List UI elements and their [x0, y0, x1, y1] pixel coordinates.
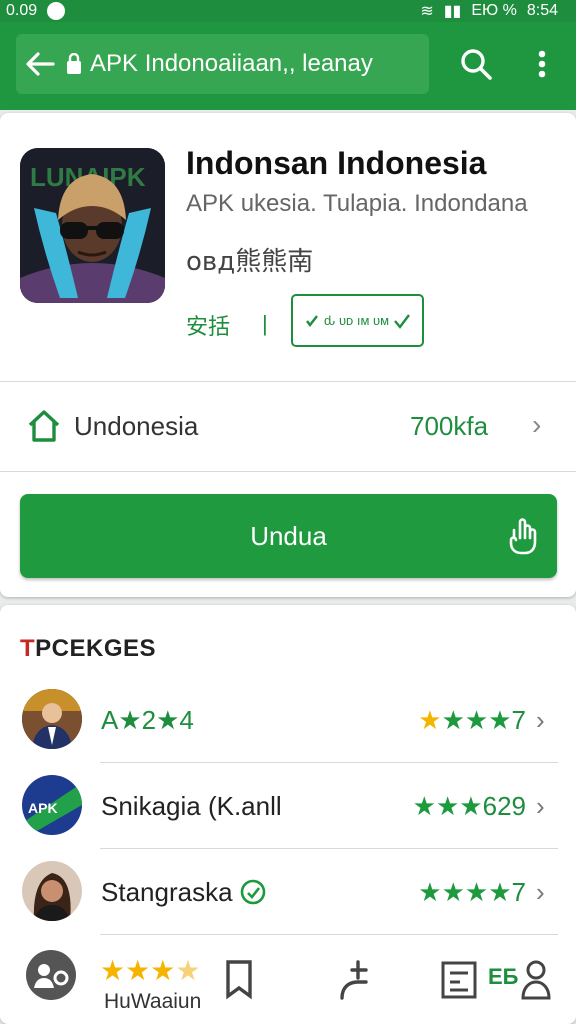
divider: [0, 381, 576, 382]
list-item-label: Stangraska: [101, 877, 266, 908]
share-icon[interactable]: [336, 958, 376, 1002]
profile-icon[interactable]: [26, 950, 76, 1000]
chevron-right-icon: ›: [536, 791, 545, 821]
avatar: [22, 689, 82, 749]
list-item[interactable]: Stangraska ★★★★7 ›: [0, 849, 576, 935]
lock-icon: [64, 51, 84, 77]
avatar: APK: [22, 775, 82, 835]
divider: [0, 471, 576, 472]
more-vert-icon[interactable]: [522, 36, 562, 92]
rating-badge[interactable]: ԃ ᴜᴅ ıᴍ ᴜᴍ: [291, 294, 424, 347]
app-subtitle: APK ukesia. Tulapia. Indondana: [186, 190, 528, 217]
list-item-label: A★2★4: [101, 705, 194, 735]
url-bar[interactable]: APK Indonoaiiaan,, leanay: [16, 34, 429, 94]
home-icon: [26, 409, 62, 443]
section-title: TPCEKGES: [20, 635, 157, 662]
url-text: APK Indonoaiiaan,, leanay: [90, 50, 373, 77]
chevron-right-icon: ›: [532, 409, 542, 440]
nav-badge-text: EБ: [488, 964, 519, 989]
search-icon[interactable]: [452, 36, 500, 92]
app-category: овд熊熊南: [186, 247, 314, 277]
app-icon[interactable]: LUNAIPK: [20, 148, 165, 416]
download-button[interactable]: Undua: [20, 494, 557, 578]
chevron-right-icon: ›: [536, 877, 545, 907]
divider: [100, 934, 558, 935]
nav-label: HuWaaiun: [104, 990, 202, 1013]
checkmark-icon: [394, 313, 411, 329]
list-item[interactable]: APK Snikagia (K.anll ★★★629 ›: [0, 763, 576, 849]
star-icon: ★★★★: [418, 877, 512, 907]
star-icon: ★: [418, 705, 442, 735]
app-detail-card: LUNAIPK Indonsan Indonesia APK ukesia. T…: [0, 113, 576, 597]
battery-text: ЕЮ %: [471, 2, 517, 19]
status-left-text: 0.09: [6, 2, 38, 19]
person-icon[interactable]: [520, 958, 552, 1002]
list-item-label: Snikagia (K.anll: [101, 791, 282, 821]
verified-icon: [240, 879, 266, 905]
star-icon: ★★★: [412, 791, 483, 821]
avatar: [22, 861, 82, 921]
region-row[interactable]: Undonesia 700kfa ›: [0, 383, 576, 471]
region-label: Undonesia: [74, 411, 199, 441]
clock: 8:54: [526, 2, 558, 19]
region-value: 700kfa: [410, 411, 489, 441]
app-title: Indonsan Indonesia: [186, 145, 487, 181]
bottom-navigation: ★★★★ HuWaaiun EБ: [0, 944, 576, 1024]
signal-icon: ▮▮: [443, 3, 462, 20]
svg-text:APK: APK: [28, 800, 58, 816]
back-arrow-icon[interactable]: [16, 34, 64, 94]
hand-icon: [504, 516, 544, 556]
list-item-rating: ★★★629: [412, 791, 526, 821]
tag-separator: |: [262, 311, 268, 336]
rating-badge-text: ԃ ᴜᴅ ıᴍ ᴜᴍ: [323, 313, 390, 328]
chevron-right-icon: ›: [536, 705, 545, 735]
wifi-icon: ≋: [420, 3, 434, 20]
status-bar: 0.09 ≋ ▮▮ ЕЮ % 8:54: [0, 0, 576, 22]
grid-icon[interactable]: [440, 960, 478, 1000]
rating-stars[interactable]: ★★★★: [100, 954, 200, 987]
check-icon: [305, 314, 318, 327]
list-item[interactable]: A★2★4 ★★★★7 ›: [0, 677, 576, 763]
notification-icon: [47, 2, 66, 20]
browser-toolbar: APK Indonoaiiaan,, leanay: [0, 22, 576, 110]
list-item-rating: ★★★★7: [418, 877, 526, 907]
bookmark-icon[interactable]: [222, 958, 256, 1002]
list-item-rating: ★★★★7: [418, 705, 526, 735]
install-tag[interactable]: 安括: [186, 309, 230, 341]
download-button-label: Undua: [250, 521, 327, 551]
